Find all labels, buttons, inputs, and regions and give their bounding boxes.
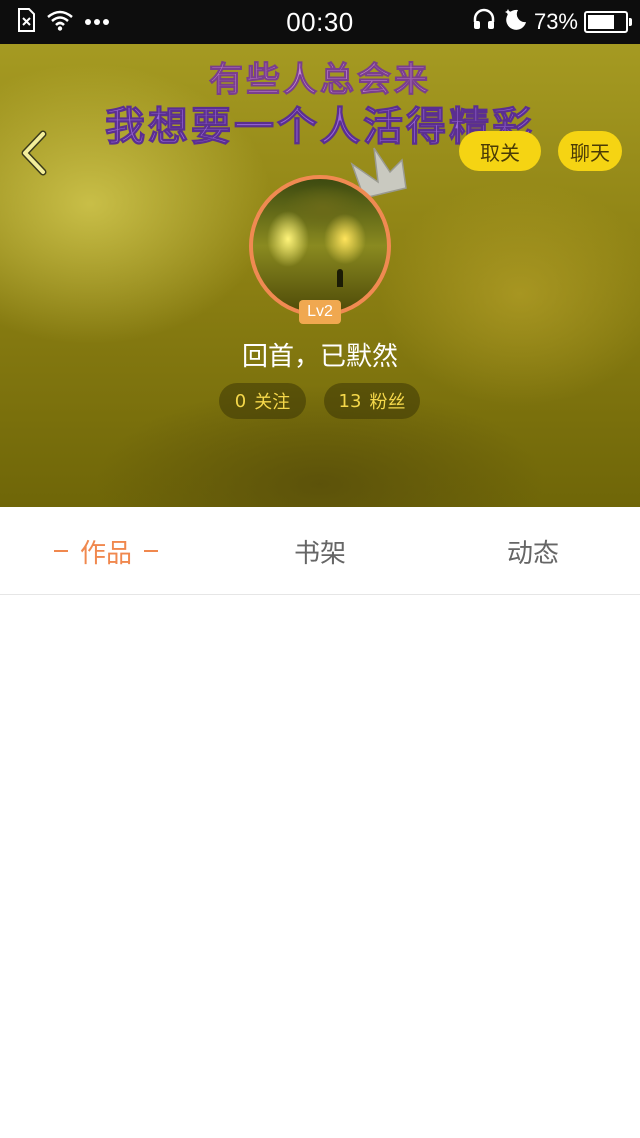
back-button[interactable] [14,128,54,178]
tab-works[interactable]: 作品 [30,507,182,595]
profile-tabs: 作品 书架 动态 [0,507,640,595]
tab-content-area [0,596,640,1138]
status-right-icons: 73% [472,7,632,37]
do-not-disturb-moon-icon [502,7,528,37]
active-tab-dash-left [53,550,68,552]
active-tab-dash-right [144,550,158,552]
fans-label: 粉丝 [369,392,406,413]
chat-button[interactable]: 聊天 [558,131,622,171]
status-bar: 00:30 73% [0,0,640,44]
tab-bookshelf-label: 书架 [293,538,346,569]
tab-works-label: 作品 [79,538,132,569]
headphones-icon [472,7,496,37]
battery-level-fill [588,15,615,29]
tab-feed[interactable]: 动态 [457,507,609,595]
battery-percent: 73% [533,9,578,34]
tab-feed-label: 动态 [506,538,559,569]
battery-icon [584,11,632,33]
profile-header: 有些人总会来 我想要一个人活得精彩 取关 聊天 Lv2 回首，已默然 0 关注 … [0,44,640,507]
level-badge: Lv2 [299,300,341,324]
following-label: 关注 [254,392,291,413]
following-count: 0 [234,390,247,412]
avatar[interactable] [249,175,391,317]
avatar-figure [337,269,343,287]
username: 回首，已默然 [241,342,398,372]
unfollow-button[interactable]: 取关 [459,131,541,171]
following-count-button[interactable]: 0 关注 [219,383,306,419]
tab-bookshelf[interactable]: 书架 [244,507,396,595]
chevron-left-icon [21,130,47,176]
fans-count: 13 [338,390,362,412]
fans-count-button[interactable]: 13 粉丝 [324,383,420,419]
banner-line-2: 我想要一个人活得精彩 [105,104,535,151]
